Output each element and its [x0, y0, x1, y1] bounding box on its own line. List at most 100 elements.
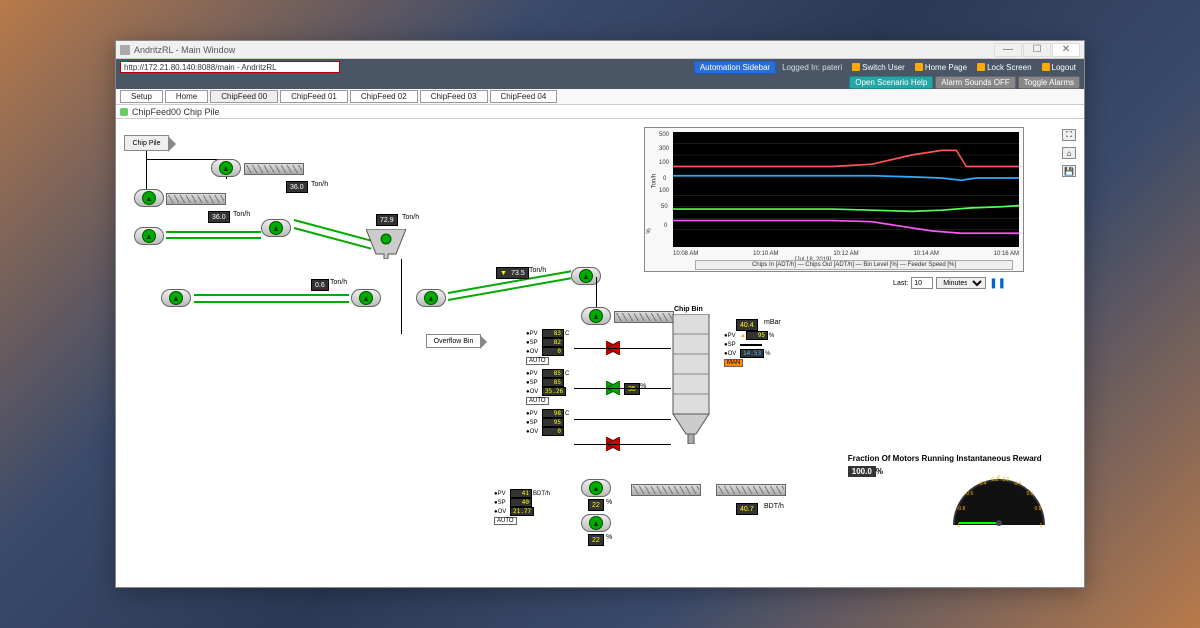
- reading-r6: 40.4: [736, 319, 758, 331]
- pv-block-1[interactable]: ●PV83C ●SP82 ●OV0 AUTO: [526, 329, 569, 365]
- motor-1[interactable]: [211, 159, 241, 177]
- svg-text:-0.6: -0.6: [965, 491, 974, 497]
- overflow-bin[interactable]: Overflow Bin: [426, 334, 481, 348]
- window-title: AndritzRL - Main Window: [134, 45, 235, 55]
- motor-10[interactable]: [581, 479, 611, 497]
- unit: mBar: [764, 319, 781, 326]
- alarm-sounds-button[interactable]: Alarm Sounds OFF: [935, 76, 1015, 89]
- address-bar[interactable]: http://172.21.80.140:8088/main - Andritz…: [120, 61, 340, 73]
- y2-label: %: [647, 228, 653, 233]
- motor-5[interactable]: [161, 289, 191, 307]
- reading-r5: ▼ 73.5: [496, 267, 529, 279]
- save-icon[interactable]: 💾: [1062, 165, 1076, 177]
- unit: %: [606, 499, 612, 506]
- pipe: [574, 348, 671, 349]
- tab-setup[interactable]: Setup: [120, 90, 163, 103]
- pipe: [574, 419, 671, 420]
- breadcrumb: ChipFeed00 Chip Pile: [116, 105, 1084, 119]
- reading-r8: 22: [588, 499, 604, 511]
- switch-user-button[interactable]: Switch User: [848, 63, 909, 72]
- pv-block-3[interactable]: ●PV98C ●SP95 ●OV0: [526, 409, 569, 436]
- unit: Ton/h: [529, 267, 546, 274]
- reading-r10: 40.7: [736, 503, 758, 515]
- logout-icon: [1042, 63, 1050, 71]
- scenario-help-button[interactable]: Open Scenario Help: [849, 76, 933, 89]
- app-icon: [120, 45, 130, 55]
- toolbar-secondary: Open Scenario Help Alarm Sounds OFF Togg…: [116, 75, 1084, 89]
- chip-pile-block[interactable]: Chip Pile: [124, 135, 169, 151]
- home-page-button[interactable]: Home Page: [911, 63, 971, 72]
- home-icon[interactable]: ⌂: [1062, 147, 1076, 159]
- pv-block-4[interactable]: ●PV41BDT/h ●SP40 ●OV21.77 AUTO: [494, 489, 550, 525]
- tab-chipfeed00[interactable]: ChipFeed 00: [210, 90, 278, 103]
- motor-3[interactable]: [134, 227, 164, 245]
- lock-screen-button[interactable]: Lock Screen: [973, 63, 1035, 72]
- pv-block-5[interactable]: ●PV▲95% ●SP ●OV14.53% MAN: [724, 331, 774, 367]
- reading-r9: 22: [588, 534, 604, 546]
- conveyor-1b: [166, 231, 261, 233]
- pipe: [574, 388, 671, 389]
- conveyor-3: [194, 294, 349, 296]
- tab-bar: Setup Home ChipFeed 00 ChipFeed 01 ChipF…: [116, 89, 1084, 105]
- automation-sidebar-button[interactable]: Automation Sidebar: [694, 61, 776, 74]
- tab-chipfeed02[interactable]: ChipFeed 02: [350, 90, 418, 103]
- reading-r4: 0.6: [311, 279, 329, 291]
- y1-label: Ton/h: [651, 174, 657, 189]
- hopper: [366, 229, 406, 259]
- expand-icon[interactable]: ⛶: [1062, 129, 1076, 141]
- screw-conveyor-1: [244, 163, 304, 175]
- close-button[interactable]: ✕: [1052, 43, 1080, 57]
- svg-text:0.2: 0.2: [1003, 477, 1010, 483]
- chip-bin-label: Chip Bin: [674, 306, 703, 313]
- pipe: [596, 277, 597, 307]
- unit: BDT/h: [764, 503, 784, 510]
- toggle-alarms-button[interactable]: Toggle Alarms: [1018, 76, 1080, 89]
- chart-x-ticks: 10:08 AM10:10 AM10:12 AM10:14 AM10:16 AM: [673, 251, 1019, 257]
- unit: %: [606, 534, 612, 541]
- motor-6[interactable]: [351, 289, 381, 307]
- tab-home[interactable]: Home: [165, 90, 208, 103]
- lock-icon: [977, 63, 985, 71]
- unit: Ton/h: [330, 279, 347, 286]
- screw-conveyor-4: [631, 484, 701, 496]
- chip-bin[interactable]: [671, 314, 711, 444]
- motor-2[interactable]: [134, 189, 164, 207]
- pv-block-2[interactable]: ●PV85C ●SP85 ●OV35.26 AUTO: [526, 369, 569, 405]
- motor-4[interactable]: [261, 219, 291, 237]
- last-value-input[interactable]: [911, 277, 933, 289]
- reward-gauge: Instantaneous Reward -1-0.8-0.6-0.4-0.2 …: [944, 454, 1054, 535]
- svg-text:0.8: 0.8: [1035, 506, 1042, 512]
- chart-tools: ⛶ ⌂ 💾: [1062, 129, 1076, 177]
- reading-r3: 72.9: [376, 214, 398, 226]
- last-control: Last: Minutes ❚❚: [893, 277, 1006, 289]
- svg-text:-0.4: -0.4: [978, 481, 987, 487]
- motor-7[interactable]: [416, 289, 446, 307]
- page-title: ChipFeed00 Chip Pile: [132, 107, 220, 117]
- maximize-button[interactable]: ☐: [1023, 43, 1051, 57]
- titlebar: AndritzRL - Main Window — ☐ ✕: [116, 41, 1084, 59]
- tab-chipfeed01[interactable]: ChipFeed 01: [280, 90, 348, 103]
- svg-text:-0.8: -0.8: [957, 506, 966, 512]
- conveyor-1: [166, 237, 261, 239]
- fraction-motors-running: Fraction Of Motors Running 100.0%: [848, 454, 954, 477]
- chart-plot-area: [673, 132, 1019, 247]
- status-dot-icon: [120, 108, 128, 116]
- tab-chipfeed04[interactable]: ChipFeed 04: [490, 90, 558, 103]
- tab-chipfeed03[interactable]: ChipFeed 03: [420, 90, 488, 103]
- last-unit-select[interactable]: Minutes: [936, 277, 986, 289]
- svg-text:1: 1: [1040, 523, 1043, 529]
- motor-9[interactable]: [581, 307, 611, 325]
- motor-11[interactable]: [581, 514, 611, 532]
- unit: Ton/h: [402, 214, 419, 221]
- fmr-value: 100.0: [848, 466, 876, 477]
- screw-conveyor-3: [614, 311, 674, 323]
- trend-chart[interactable]: Ton/h % 500 300 100 0 100 50 0: [644, 127, 1024, 272]
- svg-text:0.6: 0.6: [1027, 491, 1034, 497]
- logout-button[interactable]: Logout: [1038, 63, 1080, 72]
- toolbar-primary: http://172.21.80.140:8088/main - Andritz…: [116, 59, 1084, 75]
- unit: Ton/h: [311, 181, 328, 188]
- screw-conveyor-2: [166, 193, 226, 205]
- pause-icon[interactable]: ❚❚: [989, 278, 1006, 289]
- svg-text:0.4: 0.4: [1015, 481, 1022, 487]
- minimize-button[interactable]: —: [994, 43, 1022, 57]
